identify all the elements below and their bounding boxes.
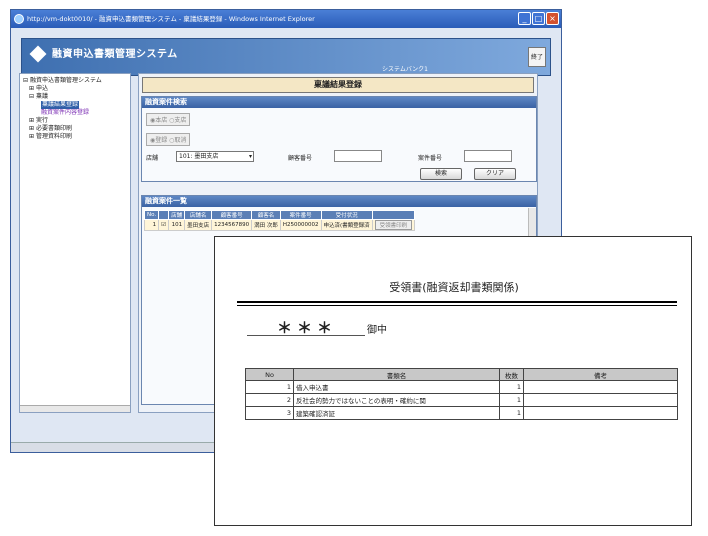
case-no-label: 案件番号 [418,155,443,162]
radio-group-mode[interactable]: ◉登録 ○取消 [146,133,191,146]
title-rule-thin [237,305,677,306]
ie-icon [14,14,24,24]
addressee-underline [247,335,365,336]
col-case-no: 案件番号 [279,210,322,220]
case-no-input[interactable] [464,150,512,162]
case-list-header: 融資案件一覧 [142,196,536,207]
minimize-button[interactable]: _ [518,12,531,25]
window-controls: _ □ × [518,12,559,25]
customer-no-input[interactable] [334,150,382,162]
browser-titlebar: http://vm-dokt0010/ - 融資申込書類管理システム - 稟議結… [11,10,561,28]
sidebar-scrollbar[interactable] [20,405,130,412]
branch-label: 店舗 [146,155,159,162]
receipt-title: 受領書(融資返却書類関係) [389,281,519,294]
honorific: 御中 [367,325,387,336]
col-branch: 店舗 [168,210,186,220]
close-button[interactable]: × [546,12,559,25]
app-logo-icon [29,45,47,63]
sidebar-item-execute[interactable]: ⊞ 実行 [23,117,127,125]
customer-no-label: 顧客番号 [288,155,313,162]
app-header: 融資申込書類管理システム システムバンク1 終了 [21,38,551,76]
browser-title: http://vm-dokt0010/ - 融資申込書類管理システム - 稟議結… [27,15,315,23]
table-row: 2 反社会的勢力ではないことの表明・確約に関 1 [245,393,678,407]
app-subtitle: システムバンク1 [382,66,428,73]
col-status: 受付状況 [320,210,373,220]
row-checkbox[interactable]: ☑ [158,219,170,231]
col-action [371,210,416,220]
col-customer-no: 顧客番号 [211,210,253,220]
page-title: 稟議結果登録 [142,77,534,93]
receipt-table: No 書類名 枚数 備考 1 借入申込書 1 2 反社会的勢力ではないことの表明… [245,368,678,420]
col-no: No [245,368,294,381]
radio-group-branch[interactable]: ◉本店 ○支店 [146,113,191,126]
col-no: No. [143,210,160,220]
title-rule [237,301,677,303]
col-customer-name: 顧客名 [251,210,281,220]
sidebar-item-apply[interactable]: ⊞ 申込 [23,85,127,93]
clear-button[interactable]: クリア [474,168,516,180]
tree-root[interactable]: ⊟ 融資申込書類管理システム [23,77,127,85]
branch-select[interactable]: 101: 墨田支店 ▾ [176,151,254,162]
search-panel-header: 融資案件検索 [142,97,536,108]
col-check [158,210,170,220]
exit-button[interactable]: 終了 [528,47,546,67]
sidebar-item-admin-print[interactable]: ⊞ 管理資料印刷 [23,133,127,141]
table-row[interactable]: 1 ☑ 101 墨田支店 1234567890 満田 次郎 H250000002… [143,219,416,231]
sidebar-item-case-register[interactable]: 融資案件内容登録 [41,109,89,116]
sidebar-item-ringi-result[interactable]: 稟議結果登録 [41,101,80,109]
table-row: 1 借入申込書 1 [245,380,678,394]
case-table: No. 店舗 店舗名 顧客番号 顧客名 案件番号 受付状況 1 ☑ 101 墨田… [143,210,416,231]
sidebar-tree: ⊟ 融資申込書類管理システム ⊞ 申込 ⊟ 稟議 稟議結果登録 融資案件内容登録… [19,73,131,413]
col-doc-name: 書類名 [293,368,500,381]
maximize-button[interactable]: □ [532,12,545,25]
col-note: 備考 [523,368,678,381]
col-branch-name: 店舗名 [184,210,213,220]
search-button[interactable]: 検索 [420,168,462,180]
sidebar-item-ringi[interactable]: ⊟ 稟議 [23,93,127,101]
print-receipt-button[interactable]: 受領書印刷 [374,220,413,230]
sidebar-item-docs-print[interactable]: ⊞ 必要書類印刷 [23,125,127,133]
table-row: 3 建築確認済証 1 [245,406,678,420]
receipt-document: 受領書(融資返却書類関係) ＊＊＊ 御中 No 書類名 枚数 備考 1 借入申込… [214,236,692,526]
chevron-down-icon: ▾ [248,153,252,160]
search-panel: 融資案件検索 ◉本店 ○支店 ◉登録 ○取消 店舗 101: 墨田支店 ▾ 顧客番… [141,96,537,182]
app-title: 融資申込書類管理システム [52,49,178,60]
col-count: 枚数 [499,368,524,381]
